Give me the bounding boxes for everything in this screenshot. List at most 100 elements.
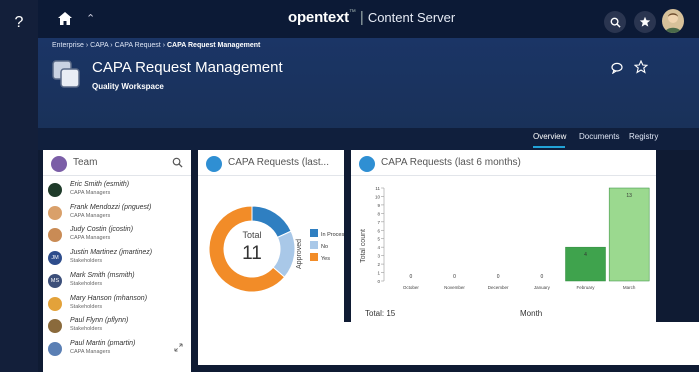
legend-label[interactable]: Yes [321, 256, 330, 262]
bar-value-label: 0 [540, 274, 543, 280]
help-button[interactable]: ? [0, 10, 38, 36]
user-avatar[interactable] [662, 9, 684, 33]
x-tick-label: January [534, 285, 551, 290]
member-name[interactable]: Paul Martin (pmartin) [70, 340, 135, 347]
bar-value-label: 13 [626, 193, 632, 199]
favorites-button[interactable] [634, 11, 656, 33]
bar-card-header: CAPA Requests (last 6 months) [351, 150, 656, 176]
member-name[interactable]: Mark Smith (msmith) [70, 272, 135, 279]
search-button[interactable] [604, 11, 626, 33]
star-icon [639, 16, 651, 27]
member-avatar [48, 205, 62, 220]
team-member[interactable]: MS Mark Smith (msmith) Stakeholders [48, 272, 186, 292]
bar[interactable] [608, 187, 650, 282]
brand: opentext™ | Content Server [288, 9, 456, 26]
expand-icon[interactable] [174, 343, 183, 352]
capa-status-card: CAPA Requests (last... Total 11 Approved… [198, 150, 344, 325]
search-icon [610, 17, 621, 28]
left-rail: ? [0, 0, 38, 372]
member-role: CAPA Managers [70, 348, 111, 355]
content-area: Team Eric Smith (esmith) CAPA Managers Fra… [38, 150, 699, 372]
breadcrumb-item[interactable]: Enterprise [52, 42, 84, 49]
tab-bar: Overview Documents Registry [38, 128, 699, 150]
member-role: Stakeholders [70, 303, 103, 310]
workspace-header: Enterprise › CAPA › CAPA Request › CAPA … [38, 38, 699, 128]
member-role: CAPA Managers [70, 235, 111, 242]
team-member[interactable]: Paul Flynn (pflynn) Stakeholders [48, 317, 186, 337]
workspace-icon [52, 60, 80, 88]
breadcrumb-current: CAPA Request Management [167, 42, 261, 49]
search-icon[interactable] [172, 157, 183, 168]
y-tick-label: 4 [377, 245, 380, 250]
team-member[interactable]: Frank Mendozzi (pnguest) CAPA Managers [48, 204, 186, 224]
chart-icon [206, 156, 222, 172]
member-name[interactable]: Justin Martinez (jmartinez) [70, 249, 152, 256]
capa-monthly-card: CAPA Requests (last 6 months) Total coun… [351, 150, 656, 325]
x-tick-label: March [623, 285, 636, 290]
donut-chart: Total 11 Approved In Process No Yes [208, 205, 344, 293]
member-avatar [48, 341, 62, 356]
team-member[interactable]: Paul Martin (pmartin) CAPA Managers [48, 340, 186, 360]
y-tick-label: 3 [377, 254, 380, 259]
bar-value-label: 0 [453, 274, 456, 280]
donut-legend-title: Approved [296, 239, 303, 269]
bar-y-axis-label: Total count [360, 229, 367, 263]
y-tick-label: 8 [377, 211, 380, 216]
member-name[interactable]: Frank Mendozzi (pnguest) [70, 204, 151, 211]
member-role: Stakeholders [70, 258, 103, 265]
top-bar: ⌃ opentext™ | Content Server [38, 0, 699, 38]
member-role: CAPA Managers [70, 212, 111, 219]
member-avatar [48, 228, 62, 243]
team-card-header: Team [43, 150, 191, 176]
y-tick-label: 11 [375, 186, 380, 191]
comment-icon[interactable] [611, 62, 623, 74]
legend-label[interactable]: In Process [321, 232, 344, 238]
donut-center-value: 11 [242, 243, 262, 264]
y-tick-label: 0 [377, 279, 380, 284]
member-name[interactable]: Judy Costin (jcostin) [70, 226, 133, 233]
team-member[interactable]: Mary Hanson (mhanson) Stakeholders [48, 295, 186, 315]
favorite-star-icon[interactable] [634, 60, 648, 74]
bar-value-label: 4 [584, 252, 587, 258]
caret-up-icon[interactable]: ⌃ [86, 12, 95, 25]
legend-swatch [310, 253, 318, 261]
donut-card-header: CAPA Requests (last... [198, 150, 344, 176]
team-card: Team Eric Smith (esmith) CAPA Managers Fra… [43, 150, 191, 372]
tab-documents[interactable]: Documents [579, 132, 619, 141]
donut-card-title: CAPA Requests (last... [228, 157, 329, 168]
member-name[interactable]: Mary Hanson (mhanson) [70, 295, 147, 302]
legend-swatch [310, 229, 318, 237]
team-card-title: Team [73, 157, 98, 168]
member-avatar [48, 296, 62, 311]
member-name[interactable]: Paul Flynn (pflynn) [70, 317, 128, 324]
member-role: Stakeholders [70, 326, 103, 333]
y-tick-label: 10 [375, 194, 381, 199]
brand-logo: opentext [288, 9, 349, 26]
team-member[interactable]: Eric Smith (esmith) CAPA Managers [48, 181, 186, 201]
member-role: CAPA Managers [70, 190, 111, 196]
team-member[interactable]: Judy Costin (jcostin) CAPA Managers [48, 226, 186, 246]
member-avatar: JM [48, 251, 62, 266]
breadcrumb-item[interactable]: CAPA [90, 42, 108, 49]
breadcrumb-item[interactable]: CAPA Request [115, 42, 161, 49]
x-tick-label: November [444, 285, 465, 290]
y-tick-label: 6 [377, 228, 380, 233]
tab-registry[interactable]: Registry [629, 132, 658, 141]
member-avatar [48, 319, 62, 334]
member-name[interactable]: Eric Smith (esmith) [70, 181, 129, 188]
y-tick-label: 2 [377, 262, 380, 267]
legend-swatch [310, 241, 318, 249]
bar-chart: Total count 0 1 2 3 4 5 6 7 8 9 10 11 0 0 0 0 4 13 Octob… [360, 186, 650, 290]
member-avatar: MS [48, 273, 62, 288]
card-footer-strip [198, 322, 699, 365]
chart-icon [359, 156, 375, 172]
product-name: Content Server [367, 10, 456, 25]
y-tick-label: 5 [377, 237, 380, 242]
team-member[interactable]: JM Justin Martinez (jmartinez) Stakeholder… [48, 249, 186, 269]
legend-label[interactable]: No [321, 244, 328, 250]
team-icon [51, 156, 67, 172]
bar-card-title: CAPA Requests (last 6 months) [381, 157, 521, 168]
page-subtitle: Quality Workspace [92, 82, 164, 91]
home-icon[interactable] [56, 10, 74, 28]
tab-overview[interactable]: Overview [533, 132, 566, 141]
